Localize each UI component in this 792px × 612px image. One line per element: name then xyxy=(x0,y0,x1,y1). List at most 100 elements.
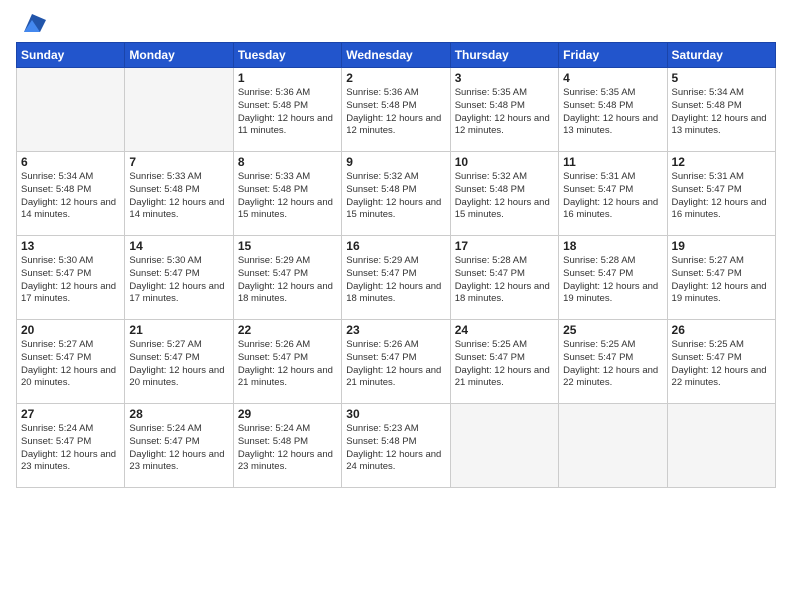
calendar-day-cell: 23 Sunrise: 5:26 AMSunset: 5:47 PMDayligh… xyxy=(342,320,450,404)
day-number: 4 xyxy=(563,71,662,85)
calendar-day-cell: 15 Sunrise: 5:29 AMSunset: 5:47 PMDayligh… xyxy=(233,236,341,320)
day-of-week-header: Thursday xyxy=(450,43,558,68)
day-number: 29 xyxy=(238,407,337,421)
calendar-week-row: 6Sunrise: 5:34 AMSunset: 5:48 PMDaylight… xyxy=(17,152,776,236)
calendar-day-cell: 20Sunrise: 5:27 AMSunset: 5:47 PMDayligh… xyxy=(17,320,125,404)
calendar-day-cell: 6Sunrise: 5:34 AMSunset: 5:48 PMDaylight… xyxy=(17,152,125,236)
day-number: 17 xyxy=(455,239,554,253)
day-info: Sunrise: 5:36 AMSunset: 5:48 PMDaylight:… xyxy=(238,87,337,138)
day-number: 13 xyxy=(21,239,120,253)
day-info: Sunrise: 5:29 AMSunset: 5:47 PMDaylight:… xyxy=(238,255,337,306)
day-info: Sunrise: 5:26 AMSunset: 5:47 PMDaylight:… xyxy=(238,339,337,390)
calendar-day-cell: 1 Sunrise: 5:36 AMSunset: 5:48 PMDaylight… xyxy=(233,68,341,152)
calendar-day-cell: 14 Sunrise: 5:30 AMSunset: 5:47 PMDayligh… xyxy=(125,236,233,320)
day-info: Sunrise: 5:31 AMSunset: 5:47 PMDaylight:… xyxy=(563,171,662,222)
calendar-day-cell: 30 Sunrise: 5:23 AMSunset: 5:48 PMDayligh… xyxy=(342,404,450,488)
day-number: 30 xyxy=(346,407,445,421)
day-info: Sunrise: 5:25 AMSunset: 5:47 PMDaylight:… xyxy=(563,339,662,390)
day-number: 15 xyxy=(238,239,337,253)
day-info: Sunrise: 5:33 AMSunset: 5:48 PMDaylight:… xyxy=(238,171,337,222)
day-of-week-header: Saturday xyxy=(667,43,775,68)
day-number: 11 xyxy=(563,155,662,169)
day-info: Sunrise: 5:27 AMSunset: 5:47 PMDaylight:… xyxy=(129,339,228,390)
day-info: Sunrise: 5:34 AMSunset: 5:48 PMDaylight:… xyxy=(672,87,771,138)
day-info: Sunrise: 5:27 AMSunset: 5:47 PMDaylight:… xyxy=(21,339,120,390)
calendar-day-cell: 5 Sunrise: 5:34 AMSunset: 5:48 PMDaylight… xyxy=(667,68,775,152)
day-of-week-header: Tuesday xyxy=(233,43,341,68)
calendar-day-cell: 8 Sunrise: 5:33 AMSunset: 5:48 PMDaylight… xyxy=(233,152,341,236)
day-info: Sunrise: 5:27 AMSunset: 5:47 PMDaylight:… xyxy=(672,255,771,306)
calendar-day-cell: 10 Sunrise: 5:32 AMSunset: 5:48 PMDayligh… xyxy=(450,152,558,236)
day-number: 2 xyxy=(346,71,445,85)
calendar-day-cell: 11 Sunrise: 5:31 AMSunset: 5:47 PMDayligh… xyxy=(559,152,667,236)
day-number: 7 xyxy=(129,155,228,169)
calendar-day-cell: 12Sunrise: 5:31 AMSunset: 5:47 PMDayligh… xyxy=(667,152,775,236)
day-info: Sunrise: 5:29 AMSunset: 5:47 PMDaylight:… xyxy=(346,255,445,306)
day-of-week-header: Wednesday xyxy=(342,43,450,68)
calendar-day-cell: 29 Sunrise: 5:24 AMSunset: 5:48 PMDayligh… xyxy=(233,404,341,488)
calendar-day-cell: 4 Sunrise: 5:35 AMSunset: 5:48 PMDaylight… xyxy=(559,68,667,152)
day-info: Sunrise: 5:25 AMSunset: 5:47 PMDaylight:… xyxy=(455,339,554,390)
day-number: 24 xyxy=(455,323,554,337)
day-number: 22 xyxy=(238,323,337,337)
calendar-day-cell: 21 Sunrise: 5:27 AMSunset: 5:47 PMDayligh… xyxy=(125,320,233,404)
day-of-week-header: Sunday xyxy=(17,43,125,68)
day-info: Sunrise: 5:30 AMSunset: 5:47 PMDaylight:… xyxy=(129,255,228,306)
day-number: 6 xyxy=(21,155,120,169)
day-number: 14 xyxy=(129,239,228,253)
calendar-day-cell: 16 Sunrise: 5:29 AMSunset: 5:47 PMDayligh… xyxy=(342,236,450,320)
day-number: 10 xyxy=(455,155,554,169)
day-info: Sunrise: 5:35 AMSunset: 5:48 PMDaylight:… xyxy=(455,87,554,138)
calendar-week-row: 1 Sunrise: 5:36 AMSunset: 5:48 PMDaylight… xyxy=(17,68,776,152)
calendar-day-cell: 2 Sunrise: 5:36 AMSunset: 5:48 PMDaylight… xyxy=(342,68,450,152)
day-of-week-header: Monday xyxy=(125,43,233,68)
day-number: 21 xyxy=(129,323,228,337)
calendar-week-row: 13 Sunrise: 5:30 AMSunset: 5:47 PMDayligh… xyxy=(17,236,776,320)
calendar-week-row: 27 Sunrise: 5:24 AMSunset: 5:47 PMDayligh… xyxy=(17,404,776,488)
day-number: 23 xyxy=(346,323,445,337)
day-of-week-header: Friday xyxy=(559,43,667,68)
day-info: Sunrise: 5:35 AMSunset: 5:48 PMDaylight:… xyxy=(563,87,662,138)
day-info: Sunrise: 5:28 AMSunset: 5:47 PMDaylight:… xyxy=(455,255,554,306)
calendar-day-cell: 3 Sunrise: 5:35 AMSunset: 5:48 PMDaylight… xyxy=(450,68,558,152)
calendar-day-cell: 19 Sunrise: 5:27 AMSunset: 5:47 PMDayligh… xyxy=(667,236,775,320)
calendar-day-cell: 7 Sunrise: 5:33 AMSunset: 5:48 PMDaylight… xyxy=(125,152,233,236)
calendar-day-cell: 22 Sunrise: 5:26 AMSunset: 5:47 PMDayligh… xyxy=(233,320,341,404)
day-info: Sunrise: 5:28 AMSunset: 5:47 PMDaylight:… xyxy=(563,255,662,306)
calendar-day-cell: 28Sunrise: 5:24 AMSunset: 5:47 PMDayligh… xyxy=(125,404,233,488)
logo xyxy=(16,10,46,38)
day-number: 12 xyxy=(672,155,771,169)
calendar-day-cell: 18Sunrise: 5:28 AMSunset: 5:47 PMDayligh… xyxy=(559,236,667,320)
day-info: Sunrise: 5:24 AMSunset: 5:48 PMDaylight:… xyxy=(238,423,337,474)
day-number: 26 xyxy=(672,323,771,337)
day-number: 8 xyxy=(238,155,337,169)
day-number: 25 xyxy=(563,323,662,337)
calendar-day-cell xyxy=(17,68,125,152)
day-info: Sunrise: 5:32 AMSunset: 5:48 PMDaylight:… xyxy=(455,171,554,222)
calendar-table: SundayMondayTuesdayWednesdayThursdayFrid… xyxy=(16,42,776,488)
day-number: 3 xyxy=(455,71,554,85)
day-info: Sunrise: 5:26 AMSunset: 5:47 PMDaylight:… xyxy=(346,339,445,390)
day-number: 5 xyxy=(672,71,771,85)
day-info: Sunrise: 5:23 AMSunset: 5:48 PMDaylight:… xyxy=(346,423,445,474)
day-number: 27 xyxy=(21,407,120,421)
day-number: 28 xyxy=(129,407,228,421)
day-number: 19 xyxy=(672,239,771,253)
day-info: Sunrise: 5:33 AMSunset: 5:48 PMDaylight:… xyxy=(129,171,228,222)
calendar-day-cell xyxy=(125,68,233,152)
day-number: 1 xyxy=(238,71,337,85)
logo-icon xyxy=(18,10,46,38)
day-info: Sunrise: 5:25 AMSunset: 5:47 PMDaylight:… xyxy=(672,339,771,390)
calendar-day-cell: 27 Sunrise: 5:24 AMSunset: 5:47 PMDayligh… xyxy=(17,404,125,488)
calendar-day-cell: 9Sunrise: 5:32 AMSunset: 5:48 PMDaylight… xyxy=(342,152,450,236)
day-info: Sunrise: 5:24 AMSunset: 5:47 PMDaylight:… xyxy=(21,423,120,474)
calendar-day-cell xyxy=(559,404,667,488)
calendar-day-cell: 26 Sunrise: 5:25 AMSunset: 5:47 PMDayligh… xyxy=(667,320,775,404)
day-number: 16 xyxy=(346,239,445,253)
calendar-day-cell xyxy=(667,404,775,488)
calendar-week-row: 20Sunrise: 5:27 AMSunset: 5:47 PMDayligh… xyxy=(17,320,776,404)
calendar-day-cell xyxy=(450,404,558,488)
day-info: Sunrise: 5:32 AMSunset: 5:48 PMDaylight:… xyxy=(346,171,445,222)
day-info: Sunrise: 5:36 AMSunset: 5:48 PMDaylight:… xyxy=(346,87,445,138)
calendar-day-cell: 17 Sunrise: 5:28 AMSunset: 5:47 PMDayligh… xyxy=(450,236,558,320)
